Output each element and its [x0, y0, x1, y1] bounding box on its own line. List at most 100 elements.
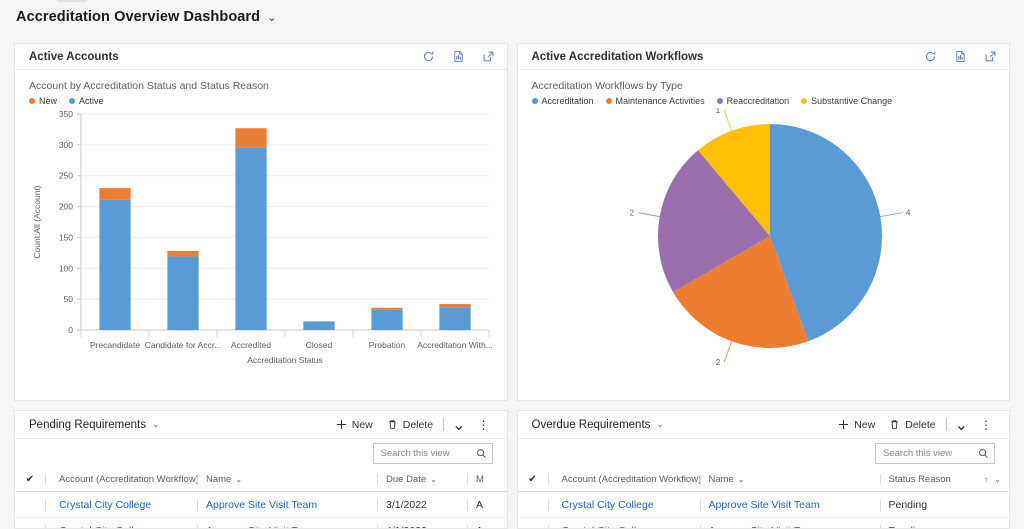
- delete-button-label: Delete: [905, 419, 935, 431]
- table-row[interactable]: Crystal City College Approve Site Visit …: [518, 492, 1010, 518]
- column-label: Name: [709, 474, 734, 485]
- svg-text:Precandidate: Precandidate: [90, 340, 140, 350]
- table-row[interactable]: Crystal City College Approve Site Visit …: [518, 518, 1010, 528]
- chevron-down-icon[interactable]: ⌄: [235, 475, 242, 484]
- chart-body-bar: Account by Accreditation Status and Stat…: [15, 70, 507, 400]
- cell-account[interactable]: Crystal City College: [548, 499, 700, 511]
- legend-item-new[interactable]: New: [29, 96, 57, 106]
- legend-swatch-new: [29, 98, 35, 104]
- chevron-down-icon[interactable]: ⌄: [738, 475, 745, 484]
- pie-chart[interactable]: 4 2 2 1: [532, 108, 998, 378]
- report-icon[interactable]: [954, 50, 967, 63]
- pie-chart-legend: Accreditation Maintenance Activities Reacc…: [532, 96, 998, 106]
- cell-name[interactable]: Approve Site Visit Team: [197, 525, 377, 529]
- legend-swatch: [606, 98, 612, 104]
- column-header-status-reason[interactable]: Status Reason ↑ ⌄: [880, 474, 1010, 485]
- page-title: Accreditation Overview Dashboard: [16, 9, 260, 25]
- column-label: Status Reason: [889, 474, 951, 485]
- overflow-chevron-icon[interactable]: ⌄: [447, 415, 470, 435]
- new-button[interactable]: New: [831, 414, 882, 436]
- refresh-icon[interactable]: [924, 50, 937, 63]
- chevron-down-icon[interactable]: ⌄: [267, 11, 276, 24]
- search-input[interactable]: [381, 448, 476, 459]
- cell-account[interactable]: Crystal City College: [45, 499, 197, 511]
- new-button-label: New: [854, 419, 875, 431]
- chevron-down-icon[interactable]: ⌄: [994, 475, 1001, 484]
- cell-name[interactable]: Approve Site Visit Team: [197, 499, 377, 511]
- panel-title: Active Accounts: [29, 51, 119, 63]
- chart-body-pie: Accreditation Workflows by Type Accredit…: [518, 70, 1010, 400]
- popout-icon[interactable]: [482, 50, 495, 63]
- search-input[interactable]: [883, 448, 978, 459]
- chevron-down-icon[interactable]: ⌄: [152, 419, 160, 430]
- svg-text:4: 4: [905, 209, 910, 218]
- new-button-label: New: [352, 419, 373, 431]
- overflow-chevron-icon[interactable]: ⌄: [950, 415, 973, 435]
- legend-item-maintenance-activities[interactable]: Maintenance Activities: [606, 96, 705, 106]
- column-header-name[interactable]: Name ⌄: [700, 474, 880, 485]
- chevron-down-icon[interactable]: ⌄: [656, 419, 664, 430]
- column-header-truncated[interactable]: M: [467, 474, 507, 485]
- table-row[interactable]: Crystal City College Approve Site Visit …: [15, 492, 507, 518]
- new-button[interactable]: New: [329, 414, 380, 436]
- delete-button[interactable]: Delete: [882, 414, 942, 436]
- chevron-down-icon[interactable]: ⌄: [430, 475, 437, 484]
- svg-text:1: 1: [715, 108, 720, 115]
- more-commands-icon[interactable]: ⋮: [471, 419, 497, 431]
- legend-label-new: New: [39, 96, 57, 106]
- search-box-pending[interactable]: [373, 443, 493, 464]
- report-icon[interactable]: [452, 50, 465, 63]
- grid-title: Overdue Requirements: [532, 419, 651, 431]
- cell-name[interactable]: Approve Site Visit Team: [700, 499, 880, 511]
- legend-label: Reaccreditation: [727, 96, 790, 106]
- svg-text:Candidate for Accr...: Candidate for Accr...: [145, 340, 222, 350]
- legend-item-active[interactable]: Active: [69, 96, 104, 106]
- select-all-checkbox[interactable]: ✔: [15, 474, 45, 485]
- table-row[interactable]: Crystal City College Approve Site Visit …: [15, 518, 507, 528]
- command-bar-pending: New Delete ⌄ ⋮: [329, 414, 497, 436]
- popout-icon[interactable]: [984, 50, 997, 63]
- legend-item-substantive-change[interactable]: Substantive Change: [801, 96, 892, 106]
- search-icon[interactable]: [476, 448, 487, 459]
- svg-text:Accreditation With...: Accreditation With...: [417, 340, 493, 350]
- svg-text:0: 0: [68, 325, 73, 335]
- legend-label: Substantive Change: [811, 96, 892, 106]
- svg-text:350: 350: [59, 109, 73, 119]
- svg-text:100: 100: [59, 263, 73, 273]
- bar-chart-legend: New Active: [29, 96, 495, 106]
- cell-account[interactable]: Crystal City College: [548, 525, 700, 529]
- cell-account[interactable]: Crystal City College: [45, 525, 197, 529]
- column-label: Due Date: [386, 474, 426, 485]
- column-header-account[interactable]: Account (Accreditation Workflow) ⌄: [45, 474, 197, 485]
- column-header-due-date[interactable]: Due Date ⌄: [377, 474, 467, 485]
- delete-button[interactable]: Delete: [380, 414, 440, 436]
- search-icon[interactable]: [978, 448, 989, 459]
- table-header-row: ✔ Account (Accreditation Workflow) ⌄ Nam…: [518, 468, 1010, 492]
- legend-item-accreditation[interactable]: Accreditation: [532, 96, 594, 106]
- more-commands-icon[interactable]: ⋮: [973, 419, 999, 431]
- search-box-overdue[interactable]: [875, 443, 995, 464]
- sort-ascending-icon: ↑: [984, 475, 988, 484]
- panel-header-active-accounts: Active Accounts: [15, 44, 507, 70]
- delete-button-label: Delete: [403, 419, 433, 431]
- panel-title: Active Accreditation Workflows: [532, 51, 704, 63]
- grid-table-pending: ✔ Account (Accreditation Workflow) ⌄ Nam…: [15, 468, 507, 528]
- svg-text:200: 200: [59, 202, 73, 212]
- svg-text:2: 2: [715, 358, 720, 367]
- cell-status-reason: Pending: [880, 499, 1010, 511]
- cell-name[interactable]: Approve Site Visit Team: [700, 525, 880, 529]
- cell-status-reason: Pending: [880, 525, 1010, 529]
- legend-label: Maintenance Activities: [616, 96, 705, 106]
- bar-chart[interactable]: Count:All (Account)050100150200250300350…: [29, 108, 495, 370]
- cell-extra: A: [467, 499, 507, 511]
- refresh-icon[interactable]: [422, 50, 435, 63]
- grid-search-row-pending: [15, 438, 507, 468]
- select-all-checkbox[interactable]: ✔: [518, 474, 548, 485]
- legend-item-reaccreditation[interactable]: Reaccreditation: [717, 96, 790, 106]
- legend-label: Accreditation: [542, 96, 594, 106]
- svg-text:Closed: Closed: [306, 340, 333, 350]
- column-header-account[interactable]: Account (Accreditation Workflow) ⌄: [548, 474, 700, 485]
- panel-pending-requirements: Pending Requirements ⌄ New Delete ⌄ ⋮: [14, 410, 508, 529]
- svg-text:2: 2: [629, 209, 634, 218]
- column-header-name[interactable]: Name ⌄: [197, 474, 377, 485]
